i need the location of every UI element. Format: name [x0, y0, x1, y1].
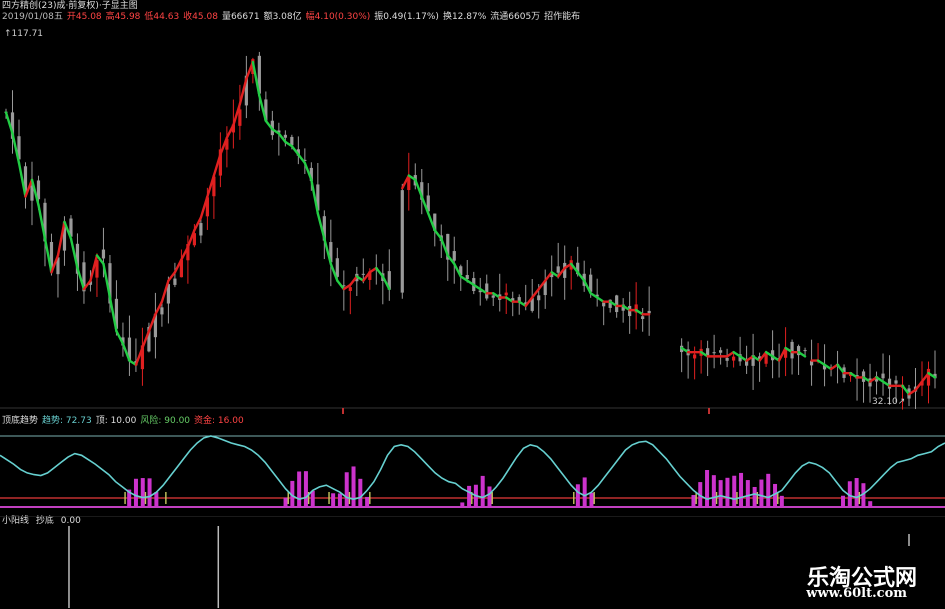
candle-body [400, 190, 404, 293]
osc-spike [133, 478, 138, 507]
osc-spike [841, 495, 846, 507]
osc-yellow-bar [715, 492, 718, 504]
candle-body [491, 295, 495, 298]
osc-spike [331, 493, 336, 507]
osc-spike [297, 471, 302, 507]
osc-spike [351, 466, 356, 507]
candle-body [881, 373, 885, 379]
candle-body [712, 352, 716, 354]
osc-yellow-bar [165, 492, 167, 504]
osc-yellow-bar [369, 492, 371, 504]
osc-spike [480, 475, 485, 507]
candle-body [238, 109, 242, 126]
candle-body [647, 310, 651, 314]
osc-spike [718, 480, 723, 507]
min-price-label: 32.10↗ [872, 397, 905, 407]
osc-yellow-bar [328, 492, 330, 504]
candle-body [725, 357, 729, 361]
candle-body [641, 316, 645, 319]
trend-down-segment [336, 279, 346, 291]
osc-spike [854, 478, 859, 507]
candle-body [335, 258, 339, 277]
osc-yellow-bar [858, 492, 861, 504]
osc-spike [154, 492, 159, 507]
candle-body [199, 223, 203, 236]
osc-spike [147, 478, 152, 507]
osc-spike [691, 495, 696, 507]
osc-spike [487, 486, 492, 507]
osc-spike [575, 484, 580, 507]
candle-body [926, 368, 931, 386]
candle-body [719, 350, 723, 353]
watermark-url: www.60lt.com [806, 586, 907, 601]
osc-spike [337, 493, 342, 507]
trend-up-segment [914, 380, 924, 392]
osc-spike [766, 473, 771, 507]
price-chart[interactable]: ↑117.71 32.10↗ [0, 0, 945, 414]
candle-body [504, 292, 508, 296]
osc-spike [365, 496, 370, 507]
candle-body [485, 283, 489, 299]
osc-spike [868, 501, 873, 507]
trend-down-segment [375, 266, 384, 278]
candle-body [602, 302, 606, 307]
osc-spike [739, 472, 744, 507]
osc-spike [725, 477, 730, 507]
max-price-label: ↑117.71 [4, 29, 43, 39]
osc-spike [745, 480, 750, 507]
candle-body [615, 295, 619, 313]
osc-yellow-bar [491, 492, 493, 504]
osc-yellow-bar [593, 492, 595, 504]
candle-body [732, 356, 736, 361]
osc-spike [759, 479, 764, 507]
osc-spike [344, 472, 349, 507]
osc-yellow-bar [287, 492, 289, 504]
osc-yellow-bar [777, 492, 779, 504]
candle-body [693, 354, 697, 359]
candle-body [101, 249, 106, 259]
candle-body [283, 134, 287, 138]
osc-spike [582, 477, 587, 507]
osc-spike [358, 478, 363, 507]
osc-spike [752, 486, 757, 507]
trend-down-segment [433, 229, 443, 240]
osc-histogram [124, 466, 873, 507]
candle-body [361, 273, 365, 275]
signal-chart[interactable] [0, 516, 945, 609]
osc-yellow-bar [124, 492, 126, 504]
osc-spike [310, 490, 315, 507]
osc-spike [589, 492, 594, 507]
osc-yellow-bar [573, 492, 575, 504]
osc-spike [140, 478, 145, 507]
osc-spike [732, 475, 737, 507]
candle-body [894, 380, 898, 384]
candle-body [173, 278, 177, 285]
candle-body [803, 350, 807, 352]
candle-body [160, 307, 164, 315]
osc-spike [283, 497, 288, 507]
candles [4, 51, 937, 410]
osc-spike [303, 471, 308, 507]
candle-body [465, 275, 469, 280]
candle-body [556, 266, 560, 273]
candle-body [348, 287, 352, 291]
osc-spike [467, 485, 472, 507]
osc-spike [705, 470, 710, 507]
oscillator-chart[interactable] [0, 414, 945, 514]
osc-spike [779, 495, 784, 507]
candle-body [452, 251, 456, 261]
trend-down-segment [297, 153, 307, 165]
osc-spike [711, 475, 716, 507]
candle-body [537, 295, 541, 301]
osc-spike [460, 502, 465, 507]
trend-line [4, 60, 937, 396]
